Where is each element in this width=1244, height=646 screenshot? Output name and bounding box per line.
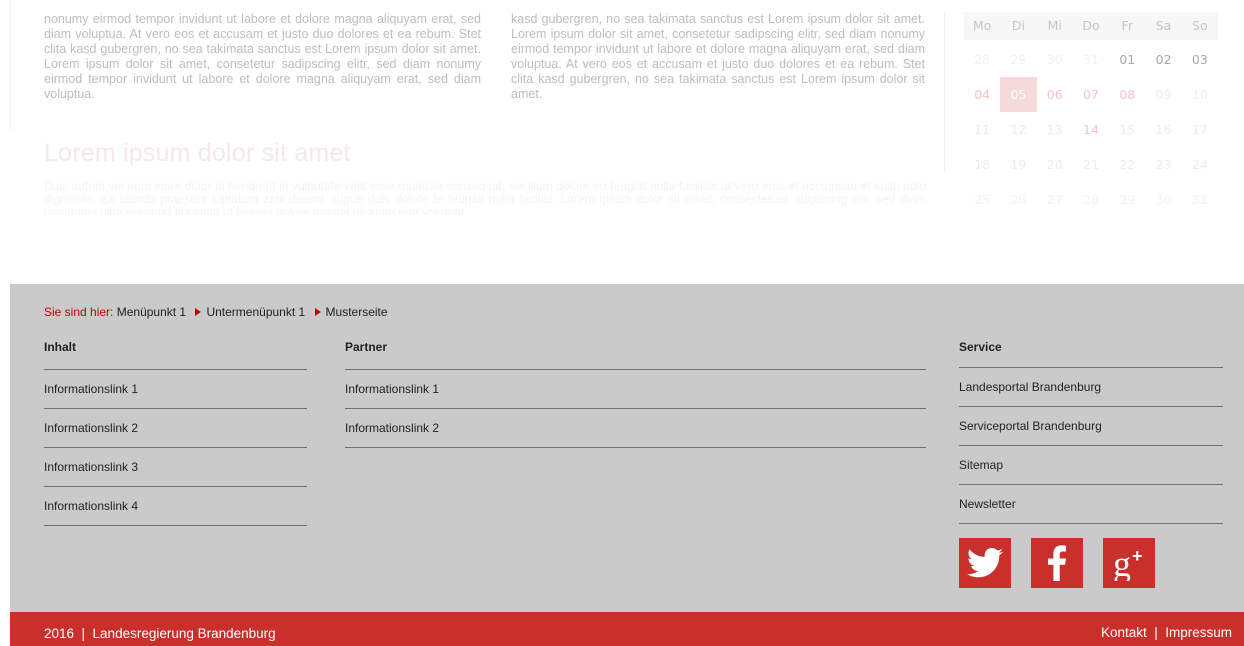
calendar-day[interactable]: 30 <box>1037 42 1073 77</box>
weekday-label: So <box>1192 18 1208 33</box>
calendar-day[interactable]: 29 <box>1109 182 1145 217</box>
text-column-middle: kasd gubergren, no sea takimata sanctus … <box>511 12 925 101</box>
breadcrumb-item-musterseite: Musterseite <box>325 305 388 319</box>
footer-link-list: Informationslink 1 Informationslink 2 <box>345 369 926 448</box>
calendar-day[interactable]: 12 <box>1000 112 1036 147</box>
footer-link-serviceportal[interactable]: Serviceportal Brandenburg <box>959 407 1223 446</box>
calendar-day[interactable]: 08 <box>1109 77 1145 112</box>
footer-column-title: Partner <box>345 340 388 354</box>
column-divider <box>10 0 11 130</box>
calendar-day-selected[interactable]: 05 <box>1000 77 1037 112</box>
calendar-day[interactable]: 28 <box>1073 182 1109 217</box>
calendar-day[interactable]: 13 <box>1037 112 1073 147</box>
breadcrumb: Sie sind hier: Menüpunkt 1 Untermenüpunk… <box>44 305 388 319</box>
calendar-widget: Mo Di Mi Do Fr Sa So 28 29 30 31 01 02 0… <box>944 12 1218 212</box>
calendar-day[interactable]: 16 <box>1145 112 1181 147</box>
google-plus-button[interactable]: g + <box>1103 538 1155 588</box>
twitter-icon <box>967 548 1003 578</box>
breadcrumb-item-menupunkt-1[interactable]: Menüpunkt 1 <box>117 305 186 319</box>
footer-link[interactable]: Informationslink 3 <box>44 448 307 487</box>
calendar-day[interactable]: 15 <box>1109 112 1145 147</box>
weekday-label: Mo <box>972 18 992 33</box>
footer-column-inhalt: Inhalt Informationslink 1 Informationsli… <box>44 338 307 526</box>
calendar-day[interactable]: 02 <box>1145 42 1181 77</box>
calendar-day[interactable]: 23 <box>1145 147 1181 182</box>
footer: Sie sind hier: Menüpunkt 1 Untermenüpunk… <box>10 284 1244 612</box>
calendar-day[interactable]: 18 <box>964 147 1000 182</box>
google-plus-icon: g + <box>1113 545 1143 581</box>
copyright-text: 2016 | Landesregierung Brandenburg <box>44 626 276 641</box>
calendar-day[interactable]: 31 <box>1073 42 1109 77</box>
weekday-label: Di <box>1011 18 1025 33</box>
calendar-day[interactable]: 03 <box>1182 42 1218 77</box>
calendar-divider <box>944 12 945 172</box>
footer-column-title: Service <box>959 340 1002 354</box>
calendar-day[interactable]: 27 <box>1037 182 1073 217</box>
breadcrumb-arrow-icon <box>314 308 321 316</box>
calendar-day[interactable]: 17 <box>1182 112 1218 147</box>
calendar-day[interactable]: 20 <box>1037 147 1073 182</box>
calendar-day[interactable]: 30 <box>1145 182 1181 217</box>
section-heading: Lorem ipsum dolor sit amet <box>44 139 351 167</box>
calendar-day[interactable]: 11 <box>964 112 1000 147</box>
footer-link-list: Informationslink 1 Informationslink 2 In… <box>44 369 307 526</box>
svg-text:+: + <box>1132 546 1143 566</box>
breadcrumb-arrow-icon <box>195 308 202 316</box>
calendar-week: 11 12 13 14 15 16 17 <box>964 112 1218 147</box>
calendar-week: 18 19 20 21 22 23 24 <box>964 147 1218 182</box>
weekday-label: Sa <box>1155 18 1172 33</box>
facebook-button[interactable] <box>1031 538 1083 588</box>
calendar-day[interactable]: 31 <box>1182 182 1218 217</box>
calendar-weekday-header: Mo Di Mi Do Fr Sa So <box>964 12 1218 40</box>
breadcrumb-item-untermenupunkt-1[interactable]: Untermenüpunkt 1 <box>206 305 305 319</box>
footer-link-landesportal[interactable]: Landesportal Brandenburg <box>959 368 1223 407</box>
weekday-label: Do <box>1082 18 1100 33</box>
text-column-left: nonumy eirmod tempor invidunt ut labore … <box>44 12 481 101</box>
social-links: g + <box>959 538 1155 588</box>
calendar-day[interactable]: 09 <box>1145 77 1181 112</box>
legal-links[interactable]: Kontakt | Impressum <box>1101 625 1232 640</box>
calendar-day[interactable]: 21 <box>1073 147 1109 182</box>
calendar-day[interactable]: 22 <box>1109 147 1145 182</box>
bottom-bar: 2016 | Landesregierung Brandenburg Konta… <box>10 612 1244 646</box>
footer-link[interactable]: Informationslink 1 <box>44 370 307 409</box>
footer-link[interactable]: Informationslink 4 <box>44 487 307 526</box>
footer-link[interactable]: Informationslink 2 <box>44 409 307 448</box>
breadcrumb-label: Sie sind hier: <box>44 305 114 319</box>
calendar-day[interactable]: 29 <box>1000 42 1036 77</box>
calendar-week: 25 26 27 28 29 30 31 <box>964 182 1218 217</box>
twitter-button[interactable] <box>959 538 1011 588</box>
footer-link[interactable]: Informationslink 1 <box>345 370 926 409</box>
footer-link-sitemap[interactable]: Sitemap <box>959 446 1223 485</box>
weekday-label: Fr <box>1121 18 1133 33</box>
footer-link-newsletter[interactable]: Newsletter <box>959 485 1223 524</box>
calendar-day[interactable]: 07 <box>1073 77 1109 112</box>
svg-text:g: g <box>1113 545 1131 581</box>
calendar-day[interactable]: 10 <box>1182 77 1218 112</box>
main-content: nonumy eirmod tempor invidunt ut labore … <box>0 0 940 215</box>
weekday-label: Mi <box>1047 18 1062 33</box>
calendar-day[interactable]: 26 <box>1000 182 1036 217</box>
footer-link[interactable]: Informationslink 2 <box>345 409 926 448</box>
calendar-week: 04 05 06 07 08 09 10 <box>964 77 1218 112</box>
footer-column-title: Inhalt <box>44 340 76 354</box>
section-body-text: Duis autem vel eum iriure dolor in hendr… <box>44 180 926 215</box>
calendar-day[interactable]: 04 <box>964 77 1000 112</box>
calendar-day[interactable]: 06 <box>1037 77 1073 112</box>
calendar-grid: 28 29 30 31 01 02 03 04 05 06 07 08 09 1… <box>964 42 1218 217</box>
calendar-day[interactable]: 24 <box>1182 147 1218 182</box>
calendar-day[interactable]: 14 <box>1073 112 1109 147</box>
footer-column-service: Service Landesportal Brandenburg Service… <box>959 338 1223 524</box>
calendar-day[interactable]: 28 <box>964 42 1000 77</box>
calendar-day[interactable]: 19 <box>1000 147 1036 182</box>
facebook-icon <box>1048 545 1066 581</box>
calendar-day[interactable]: 25 <box>964 182 1000 217</box>
footer-column-partner: Partner Informationslink 1 Informationsl… <box>345 338 926 448</box>
calendar-week: 28 29 30 31 01 02 03 <box>964 42 1218 77</box>
footer-link-list: Landesportal Brandenburg Serviceportal B… <box>959 367 1223 524</box>
calendar-day[interactable]: 01 <box>1109 42 1145 77</box>
